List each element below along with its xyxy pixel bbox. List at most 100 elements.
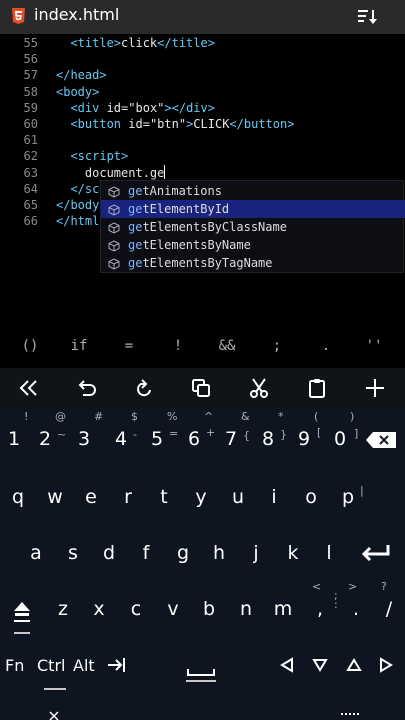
autocomplete-popup: getAnimations getElementById getElementsBy… <box>100 180 405 273</box>
key-alt-label: = <box>169 427 179 440</box>
key-punct[interactable]: . <box>345 598 367 620</box>
autocomplete-item[interactable]: getElementById <box>101 200 405 218</box>
enter-key[interactable] <box>361 543 391 563</box>
redo-icon[interactable] <box>133 377 155 399</box>
autocomplete-rest: tAnimations <box>142 184 222 198</box>
key-alt-label: > <box>348 580 358 593</box>
code-token: </html <box>56 214 100 229</box>
key-a[interactable]: a <box>25 542 47 564</box>
key-j[interactable]: j <box>245 542 267 564</box>
arrow-up-key[interactable] <box>346 657 362 673</box>
key-f[interactable]: f <box>135 542 157 564</box>
soft-keyboard: 1! 2 @3 #4 $5% 6 ^ 7 & 8 * 9 (0) ~ - = + {} [] q w e r t y u i o p | a… <box>0 408 405 720</box>
autocomplete-rest: tElementById <box>142 202 230 216</box>
key-4[interactable]: 4 <box>110 428 132 450</box>
key-g[interactable]: g <box>172 542 194 564</box>
code-text: <script> <box>56 148 128 164</box>
key-p[interactable]: p <box>337 486 359 508</box>
key-y[interactable]: y <box>190 486 212 508</box>
key-alt-label: } <box>280 428 287 441</box>
arrow-right-key[interactable] <box>378 657 394 673</box>
autocomplete-label: getElementsByClassName <box>128 218 287 236</box>
code-text: </html <box>56 213 99 229</box>
arrow-down-key[interactable] <box>312 657 328 673</box>
autocomplete-item[interactable]: getElementsByTagName <box>101 254 405 272</box>
key-punct[interactable]: , <box>309 598 331 620</box>
sort-icon[interactable] <box>358 9 378 25</box>
key-alt-label: @ <box>55 410 66 423</box>
key-u[interactable]: u <box>227 486 249 508</box>
key-t[interactable]: t <box>153 486 175 508</box>
key-b[interactable]: b <box>198 598 220 620</box>
key-x[interactable]: x <box>88 598 110 620</box>
symbol-key[interactable]: = <box>114 338 144 354</box>
backspace-key[interactable] <box>366 432 396 448</box>
line-number: 66 <box>23 214 38 229</box>
key-l[interactable]: l <box>318 542 340 564</box>
key-o[interactable]: o <box>300 486 322 508</box>
key-alt-label: $ <box>131 410 138 423</box>
undo-icon[interactable] <box>76 377 98 399</box>
key-7[interactable]: 7 <box>220 428 242 450</box>
key-6[interactable]: 6 <box>183 428 205 450</box>
code-token: CLICK <box>193 117 230 131</box>
symbol-key[interactable]: () <box>15 338 45 354</box>
key-k[interactable]: k <box>282 542 304 564</box>
key-alt-label: + <box>206 426 216 439</box>
key-m[interactable]: m <box>272 598 294 620</box>
symbol-key[interactable]: ; <box>262 338 292 354</box>
tab-key[interactable] <box>107 655 127 675</box>
ctrl-key[interactable]: Ctrl <box>37 656 65 675</box>
autocomplete-item[interactable]: getAnimations <box>101 182 405 200</box>
key-d[interactable]: d <box>98 542 120 564</box>
symbol-key[interactable]: && <box>212 338 242 354</box>
add-icon[interactable] <box>364 377 386 399</box>
key-0[interactable]: 0 <box>329 428 351 450</box>
key-5[interactable]: 5 <box>146 428 168 450</box>
symbol-key[interactable]: ! <box>163 338 193 354</box>
key-i[interactable]: i <box>263 486 285 508</box>
autocomplete-item[interactable]: getElementsByClassName <box>101 218 405 236</box>
key-3[interactable]: 3 <box>73 428 95 450</box>
paste-icon[interactable] <box>306 377 328 399</box>
symbol-key[interactable]: if <box>64 338 94 354</box>
line-number: 61 <box>23 133 38 148</box>
key-e[interactable]: e <box>80 486 102 508</box>
key-alt-label: ^ <box>204 410 214 423</box>
key-1[interactable]: 1 <box>3 428 25 450</box>
autocomplete-match: ge <box>128 184 143 198</box>
key-v[interactable]: v <box>162 598 184 620</box>
shift-key[interactable] <box>12 600 32 622</box>
line-number: 65 <box>23 198 38 212</box>
key-c[interactable]: c <box>125 598 147 620</box>
collapse-left-icon[interactable] <box>18 377 40 399</box>
alt-key[interactable]: Alt <box>73 656 95 675</box>
code-text: <body> <box>56 84 99 100</box>
key-q[interactable]: q <box>7 486 29 508</box>
key-n[interactable]: n <box>235 598 257 620</box>
autocomplete-item[interactable]: getElementsByName <box>101 236 405 254</box>
key-punct[interactable]: / <box>378 598 400 620</box>
key-h[interactable]: h <box>208 542 230 564</box>
space-key[interactable] <box>186 663 216 679</box>
fn-key[interactable]: Fn <box>5 656 24 675</box>
key-alt-label: & <box>241 410 250 423</box>
key-z[interactable]: z <box>52 598 74 620</box>
key-alt-label: - <box>133 428 137 441</box>
symbol-key[interactable]: '' <box>359 338 389 354</box>
copy-icon[interactable] <box>190 377 212 399</box>
keyboard-grid-icon[interactable] <box>341 711 359 719</box>
key-9[interactable]: 9 <box>293 428 315 450</box>
arrow-left-key[interactable] <box>279 657 295 673</box>
key-8[interactable]: 8 <box>257 428 279 450</box>
html5-icon <box>12 8 25 24</box>
key-2[interactable]: 2 <box>34 428 56 450</box>
line-number: 62 <box>23 149 38 164</box>
close-icon[interactable] <box>48 710 60 720</box>
autocomplete-match: ge <box>128 220 143 234</box>
key-s[interactable]: s <box>62 542 84 564</box>
symbol-key[interactable]: . <box>311 338 341 354</box>
key-r[interactable]: r <box>117 486 139 508</box>
cut-icon[interactable] <box>248 377 270 399</box>
key-w[interactable]: w <box>44 486 66 508</box>
